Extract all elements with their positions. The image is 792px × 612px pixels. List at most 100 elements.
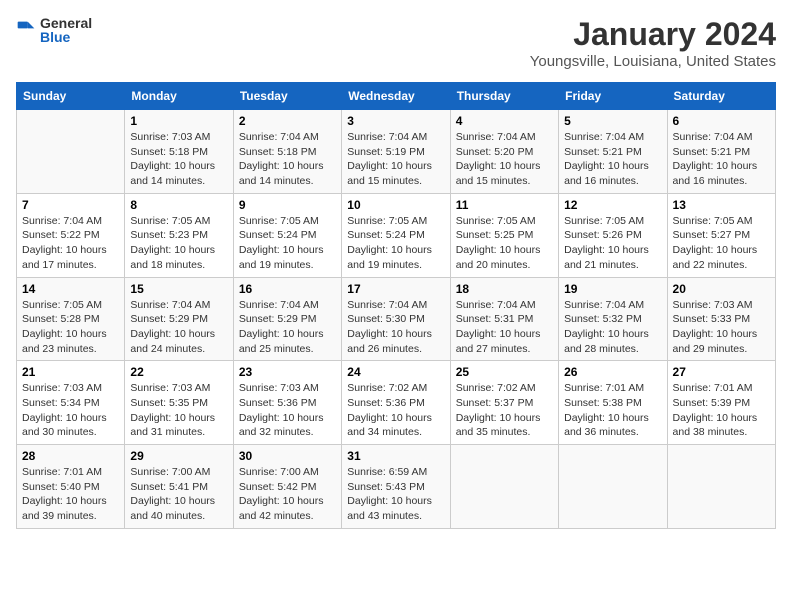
day-number: 6 [673, 114, 770, 128]
day-cell [17, 110, 125, 194]
day-number: 5 [564, 114, 661, 128]
day-info: Sunrise: 7:04 AMSunset: 5:22 PMDaylight:… [22, 214, 119, 273]
day-cell: 2 Sunrise: 7:04 AMSunset: 5:18 PMDaylight… [233, 110, 341, 194]
day-number: 17 [347, 282, 444, 296]
logo-icon [16, 20, 36, 40]
day-info: Sunrise: 7:04 AMSunset: 5:29 PMDaylight:… [239, 298, 336, 357]
day-cell: 1 Sunrise: 7:03 AMSunset: 5:18 PMDaylight… [125, 110, 233, 194]
day-cell: 24 Sunrise: 7:02 AMSunset: 5:36 PMDayligh… [342, 361, 450, 445]
day-info: Sunrise: 7:04 AMSunset: 5:32 PMDaylight:… [564, 298, 661, 357]
day-number: 26 [564, 365, 661, 379]
day-info: Sunrise: 7:04 AMSunset: 5:21 PMDaylight:… [564, 130, 661, 189]
day-cell: 23Sunrise: 7:03 AMSunset: 5:36 PMDayligh… [233, 361, 341, 445]
day-cell: 4Sunrise: 7:04 AMSunset: 5:20 PMDaylight… [450, 110, 558, 194]
day-cell: 19 Sunrise: 7:04 AMSunset: 5:32 PMDayligh… [559, 277, 667, 361]
day-cell: 6 Sunrise: 7:04 AMSunset: 5:21 PMDaylight… [667, 110, 775, 194]
day-cell: 17Sunrise: 7:04 AMSunset: 5:30 PMDayligh… [342, 277, 450, 361]
day-cell: 7Sunrise: 7:04 AMSunset: 5:22 PMDaylight… [17, 193, 125, 277]
day-number: 2 [239, 114, 336, 128]
page-header: General Blue January 2024 Youngsville, L… [16, 16, 776, 70]
day-cell: 21 Sunrise: 7:03 AMSunset: 5:34 PMDayligh… [17, 361, 125, 445]
day-info: Sunrise: 7:04 AMSunset: 5:21 PMDaylight:… [673, 130, 770, 189]
day-cell: 15Sunrise: 7:04 AMSunset: 5:29 PMDayligh… [125, 277, 233, 361]
day-cell [559, 445, 667, 529]
day-cell [450, 445, 558, 529]
day-info: Sunrise: 7:03 AMSunset: 5:35 PMDaylight:… [130, 381, 227, 440]
day-number: 18 [456, 282, 553, 296]
day-number: 13 [673, 198, 770, 212]
day-info: Sunrise: 7:03 AMSunset: 5:18 PMDaylight:… [130, 130, 227, 189]
week-row-5: 28Sunrise: 7:01 AMSunset: 5:40 PMDayligh… [17, 445, 776, 529]
day-number: 12 [564, 198, 661, 212]
day-number: 10 [347, 198, 444, 212]
day-number: 27 [673, 365, 770, 379]
day-info: Sunrise: 7:05 AMSunset: 5:27 PMDaylight:… [673, 214, 770, 273]
day-info: Sunrise: 7:05 AMSunset: 5:24 PMDaylight:… [347, 214, 444, 273]
day-cell: 18 Sunrise: 7:04 AMSunset: 5:31 PMDayligh… [450, 277, 558, 361]
day-cell: 13 Sunrise: 7:05 AMSunset: 5:27 PMDayligh… [667, 193, 775, 277]
day-number: 15 [130, 282, 227, 296]
day-cell: 26 Sunrise: 7:01 AMSunset: 5:38 PMDayligh… [559, 361, 667, 445]
title-block: January 2024 Youngsville, Louisiana, Uni… [530, 16, 776, 70]
day-info: Sunrise: 7:05 AMSunset: 5:26 PMDaylight:… [564, 214, 661, 273]
day-info: Sunrise: 6:59 AMSunset: 5:43 PMDaylight:… [347, 465, 444, 524]
day-cell: 5 Sunrise: 7:04 AMSunset: 5:21 PMDaylight… [559, 110, 667, 194]
week-row-3: 14 Sunrise: 7:05 AMSunset: 5:28 PMDayligh… [17, 277, 776, 361]
day-info: Sunrise: 7:02 AMSunset: 5:36 PMDaylight:… [347, 381, 444, 440]
day-cell: 8 Sunrise: 7:05 AMSunset: 5:23 PMDaylight… [125, 193, 233, 277]
week-row-2: 7Sunrise: 7:04 AMSunset: 5:22 PMDaylight… [17, 193, 776, 277]
day-cell: 10 Sunrise: 7:05 AMSunset: 5:24 PMDayligh… [342, 193, 450, 277]
day-cell: 12 Sunrise: 7:05 AMSunset: 5:26 PMDayligh… [559, 193, 667, 277]
week-row-1: 1 Sunrise: 7:03 AMSunset: 5:18 PMDaylight… [17, 110, 776, 194]
day-number: 22 [130, 365, 227, 379]
day-number: 4 [456, 114, 553, 128]
day-cell: 27 Sunrise: 7:01 AMSunset: 5:39 PMDayligh… [667, 361, 775, 445]
day-info: Sunrise: 7:04 AMSunset: 5:19 PMDaylight:… [347, 130, 444, 189]
day-number: 20 [673, 282, 770, 296]
day-info: Sunrise: 7:04 AMSunset: 5:18 PMDaylight:… [239, 130, 336, 189]
day-cell: 22 Sunrise: 7:03 AMSunset: 5:35 PMDayligh… [125, 361, 233, 445]
day-number: 28 [22, 449, 119, 463]
weekday-header-saturday: Saturday [667, 83, 775, 110]
weekday-header-sunday: Sunday [17, 83, 125, 110]
location-text: Youngsville, Louisiana, United States [530, 53, 776, 70]
weekday-header-friday: Friday [559, 83, 667, 110]
day-number: 23 [239, 365, 336, 379]
logo-blue-text: Blue [40, 30, 92, 44]
week-row-4: 21 Sunrise: 7:03 AMSunset: 5:34 PMDayligh… [17, 361, 776, 445]
day-number: 3 [347, 114, 444, 128]
day-info: Sunrise: 7:05 AMSunset: 5:28 PMDaylight:… [22, 298, 119, 357]
day-cell: 14 Sunrise: 7:05 AMSunset: 5:28 PMDayligh… [17, 277, 125, 361]
day-info: Sunrise: 7:05 AMSunset: 5:23 PMDaylight:… [130, 214, 227, 273]
day-number: 21 [22, 365, 119, 379]
day-info: Sunrise: 7:05 AMSunset: 5:24 PMDaylight:… [239, 214, 336, 273]
weekday-header-wednesday: Wednesday [342, 83, 450, 110]
weekday-header-row: SundayMondayTuesdayWednesdayThursdayFrid… [17, 83, 776, 110]
day-cell: 3 Sunrise: 7:04 AMSunset: 5:19 PMDaylight… [342, 110, 450, 194]
day-number: 14 [22, 282, 119, 296]
day-cell: 28Sunrise: 7:01 AMSunset: 5:40 PMDayligh… [17, 445, 125, 529]
day-number: 8 [130, 198, 227, 212]
calendar-table: SundayMondayTuesdayWednesdayThursdayFrid… [16, 82, 776, 529]
day-cell: 30Sunrise: 7:00 AMSunset: 5:42 PMDayligh… [233, 445, 341, 529]
day-cell: 29Sunrise: 7:00 AMSunset: 5:41 PMDayligh… [125, 445, 233, 529]
day-number: 31 [347, 449, 444, 463]
day-info: Sunrise: 7:01 AMSunset: 5:38 PMDaylight:… [564, 381, 661, 440]
day-number: 9 [239, 198, 336, 212]
day-cell [667, 445, 775, 529]
day-number: 25 [456, 365, 553, 379]
day-number: 29 [130, 449, 227, 463]
day-info: Sunrise: 7:03 AMSunset: 5:34 PMDaylight:… [22, 381, 119, 440]
day-number: 24 [347, 365, 444, 379]
day-number: 19 [564, 282, 661, 296]
day-number: 11 [456, 198, 553, 212]
day-cell: 11Sunrise: 7:05 AMSunset: 5:25 PMDayligh… [450, 193, 558, 277]
day-info: Sunrise: 7:01 AMSunset: 5:39 PMDaylight:… [673, 381, 770, 440]
weekday-header-tuesday: Tuesday [233, 83, 341, 110]
day-number: 1 [130, 114, 227, 128]
day-info: Sunrise: 7:04 AMSunset: 5:31 PMDaylight:… [456, 298, 553, 357]
day-number: 16 [239, 282, 336, 296]
day-cell: 25Sunrise: 7:02 AMSunset: 5:37 PMDayligh… [450, 361, 558, 445]
month-title: January 2024 [530, 16, 776, 53]
day-info: Sunrise: 7:03 AMSunset: 5:33 PMDaylight:… [673, 298, 770, 357]
